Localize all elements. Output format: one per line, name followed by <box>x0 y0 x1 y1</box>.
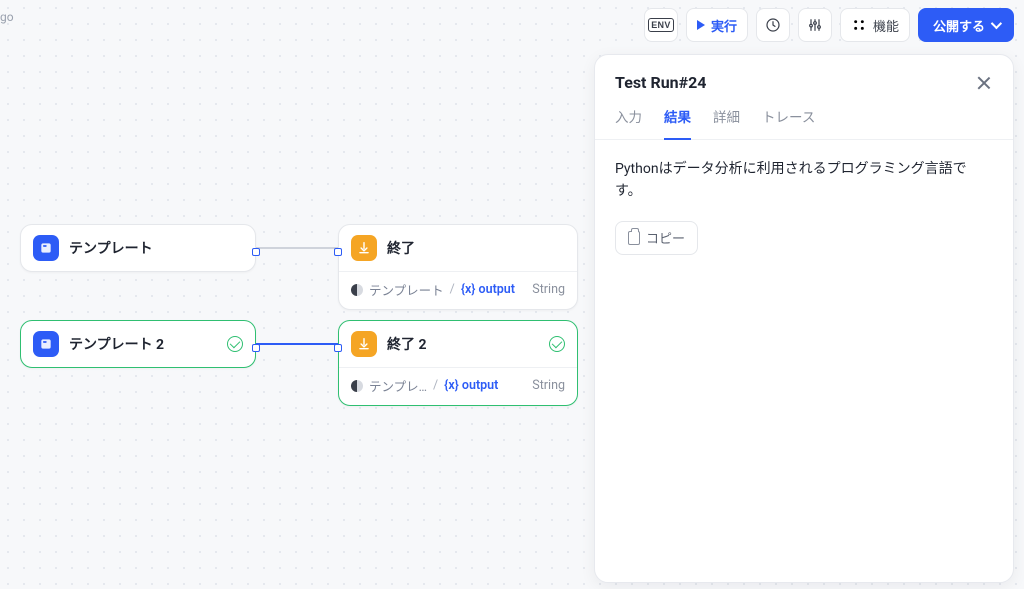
edge-tpl1-end1 <box>256 247 338 249</box>
template-icon <box>33 235 59 261</box>
tab-detail[interactable]: 詳細 <box>713 106 740 139</box>
history-button[interactable] <box>756 8 790 42</box>
slash: / <box>450 282 455 297</box>
end-icon <box>351 235 377 261</box>
settings-button[interactable] <box>798 8 832 42</box>
publish-button-label: 公開する <box>933 16 985 35</box>
grid-icon <box>851 17 867 33</box>
node-title: テンプレート <box>69 238 153 258</box>
end-icon <box>351 331 377 357</box>
node-row: テンプレート / {x} output String <box>339 271 577 309</box>
result-panel: Test Run#24 入力 結果 詳細 トレース Pythonはデータ分析に利… <box>594 54 1014 583</box>
sliders-icon <box>807 17 823 33</box>
node-template-2[interactable]: テンプレート 2 <box>20 320 256 368</box>
run-button[interactable]: 実行 <box>686 8 748 42</box>
chevron-down-icon <box>991 18 1002 29</box>
top-toolbar: ENV 実行 機能 公 <box>644 6 1014 44</box>
source-name: テンプレート <box>369 280 444 299</box>
copy-button[interactable]: コピー <box>615 221 698 255</box>
output-port[interactable] <box>252 248 260 256</box>
variable-icon <box>351 284 363 296</box>
breadcrumb-fragment: go <box>0 10 14 24</box>
node-end-1[interactable]: 終了 テンプレート / {x} output String <box>338 224 578 310</box>
status-badge <box>227 336 243 352</box>
clock-icon <box>765 17 781 33</box>
tab-result[interactable]: 結果 <box>664 106 691 140</box>
node-template-1[interactable]: テンプレート <box>20 224 256 272</box>
node-row: テンプレ… / {x} output String <box>339 367 577 405</box>
edge-tpl2-end2 <box>256 343 338 345</box>
tab-input[interactable]: 入力 <box>615 106 642 139</box>
clipboard-icon <box>628 231 640 245</box>
features-button-label: 機能 <box>873 16 899 35</box>
variable-name: {x} output <box>444 378 498 393</box>
node-title: 終了 <box>387 238 415 258</box>
copy-button-label: コピー <box>646 228 685 247</box>
env-icon: ENV <box>648 18 673 32</box>
panel-tabs: 入力 結果 詳細 トレース <box>595 92 1013 140</box>
result-text: Pythonはデータ分析に利用されるプログラミング言語です。 <box>595 140 1013 221</box>
node-title: テンプレート 2 <box>69 334 164 354</box>
node-end-2[interactable]: 終了 2 テンプレ… / {x} output String <box>338 320 578 406</box>
run-button-label: 実行 <box>711 16 737 35</box>
source-name: テンプレ… <box>369 376 427 395</box>
features-button[interactable]: 機能 <box>840 8 910 42</box>
panel-title: Test Run#24 <box>615 73 706 92</box>
status-badge <box>549 336 565 352</box>
publish-button[interactable]: 公開する <box>918 8 1014 42</box>
output-port[interactable] <box>252 344 260 352</box>
play-icon <box>697 20 705 30</box>
env-button[interactable]: ENV <box>644 8 678 42</box>
variable-type: String <box>532 282 565 297</box>
check-icon <box>227 336 243 352</box>
close-icon[interactable] <box>975 74 993 92</box>
variable-type: String <box>532 378 565 393</box>
template-icon <box>33 331 59 357</box>
slash: / <box>433 378 438 393</box>
check-icon <box>549 336 565 352</box>
variable-name: {x} output <box>461 282 515 297</box>
node-title: 終了 2 <box>387 334 427 354</box>
workflow-canvas[interactable]: go ENV 実行 <box>0 0 1024 589</box>
input-port[interactable] <box>334 248 342 256</box>
variable-icon <box>351 380 363 392</box>
tab-trace[interactable]: トレース <box>762 106 815 139</box>
input-port[interactable] <box>334 344 342 352</box>
